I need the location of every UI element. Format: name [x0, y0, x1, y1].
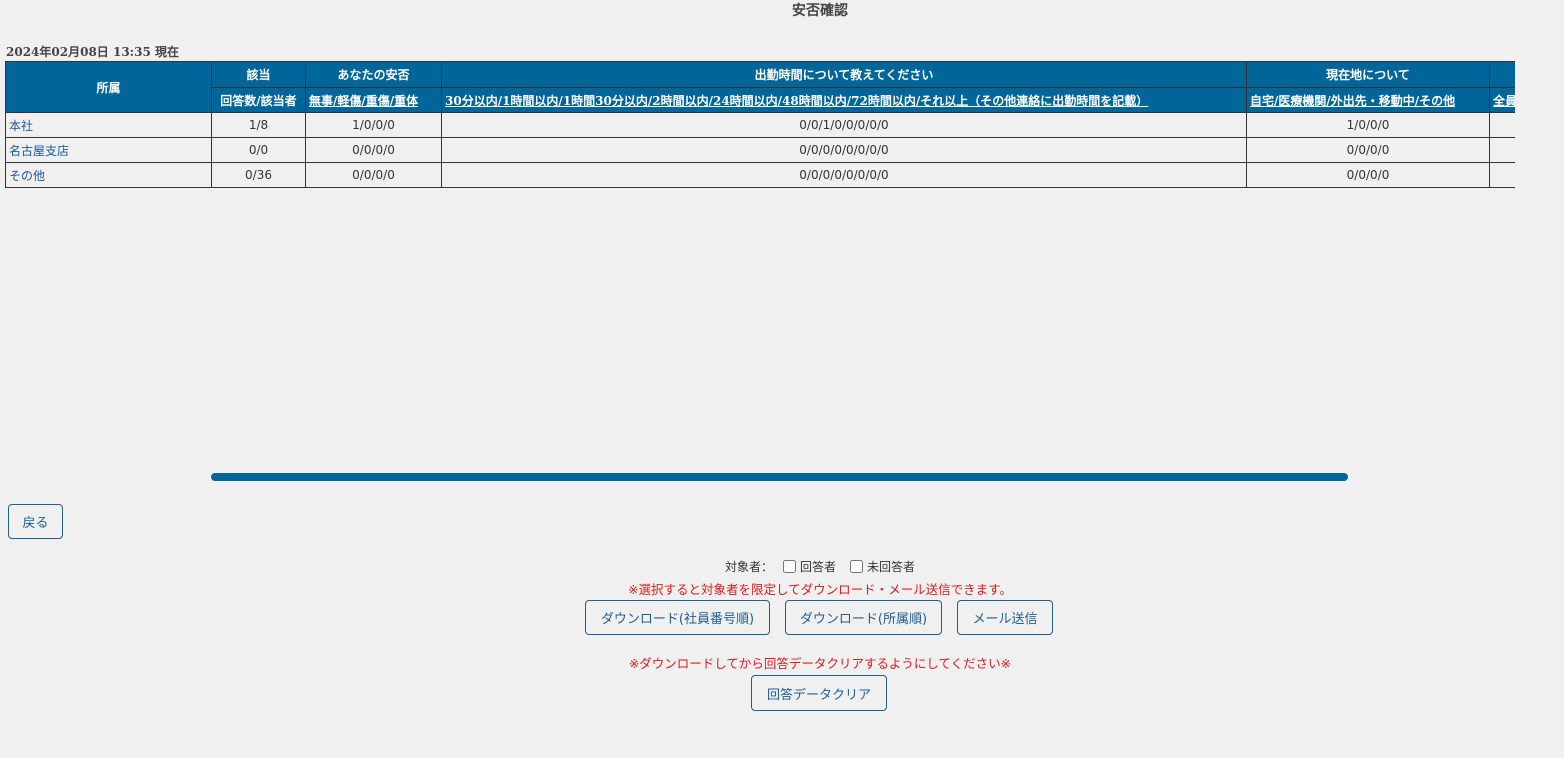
table-header-row: 所属 該当 あなたの安否 出勤時間について教えてください 現在地について: [5, 61, 1515, 113]
dept-link[interactable]: 本社: [5, 112, 212, 138]
cell-extra: [1489, 137, 1515, 163]
summary-table-viewport: 所属 該当 あなたの安否 出勤時間について教えてください 現在地について 回答数…: [5, 61, 1515, 195]
non-respondents-label: 未回答者: [867, 560, 916, 574]
subheader-safety-link[interactable]: 無事/軽傷/重傷/重体: [305, 87, 442, 113]
summary-table: 所属 該当 あなたの安否 出勤時間について教えてください 現在地について 回答数…: [5, 61, 1515, 188]
table-row: 名古屋支店 0/0 0/0/0/0 0/0/0/0/0/0/0/0 0/0/0/…: [5, 137, 1515, 163]
clear-warning-note: ※ダウンロードしてから回答データクリアするようにしてください※: [628, 656, 1012, 671]
cell-location: 0/0/0/0: [1246, 162, 1490, 188]
download-by-dept-button[interactable]: ダウンロード(所属順): [785, 600, 942, 635]
cell-applicable: 0/36: [211, 162, 306, 188]
table-subheader-row: 回答数/該当者 無事/軽傷/重傷/重体 30分以内/1時間以内/1時間30分以内…: [6, 87, 1515, 113]
cell-extra: [1489, 162, 1515, 188]
dept-link[interactable]: その他: [5, 162, 212, 188]
cell-commute: 0/0/0/0/0/0/0/0: [441, 137, 1247, 163]
cell-safety: 0/0/0/0: [305, 162, 442, 188]
page-title: 安否確認: [792, 3, 848, 19]
header-commute: 出勤時間について教えてください: [441, 61, 1247, 88]
table-row: 本社 1/8 1/0/0/0 0/0/1/0/0/0/0/0 1/0/0/0: [5, 112, 1515, 138]
table-row: その他 0/36 0/0/0/0 0/0/0/0/0/0/0/0 0/0/0/0: [5, 162, 1515, 188]
cell-location: 0/0/0/0: [1246, 137, 1490, 163]
cell-commute: 0/0/0/0/0/0/0/0: [441, 162, 1247, 188]
subheader-extra-link[interactable]: 全員: [1489, 87, 1515, 113]
clear-answers-button[interactable]: 回答データクリア: [751, 675, 887, 711]
cell-extra: [1489, 112, 1515, 138]
timestamp: 2024年02月08日 13:35 現在: [6, 45, 179, 59]
cell-safety: 0/0/0/0: [305, 137, 442, 163]
header-extra: [1489, 61, 1515, 88]
subheader-commute-link[interactable]: 30分以内/1時間以内/1時間30分以内/2時間以内/24時間以内/48時間以内…: [441, 87, 1247, 113]
target-filter: 対象者： 回答者 未回答者: [0, 558, 1564, 575]
cell-applicable: 0/0: [211, 137, 306, 163]
respondents-label: 回答者: [799, 560, 836, 574]
header-safety: あなたの安否: [305, 61, 442, 88]
respondents-checkbox[interactable]: [782, 560, 796, 573]
dept-link[interactable]: 名古屋支店: [5, 137, 212, 163]
cell-applicable: 1/8: [211, 112, 306, 138]
subheader-location-link[interactable]: 自宅/医療機関/外出先・移動中/その他: [1246, 87, 1490, 113]
non-respondents-checkbox[interactable]: [850, 560, 863, 573]
back-button[interactable]: 戻る: [8, 504, 63, 539]
download-by-employee-button[interactable]: ダウンロード(社員番号順): [585, 600, 770, 635]
filter-note: ※選択すると対象者を限定してダウンロード・メール送信できます。: [628, 582, 1012, 597]
horizontal-scrollbar-thumb[interactable]: [211, 473, 1348, 481]
header-dept: 所属: [5, 61, 212, 113]
subheader-applicable: 回答数/該当者: [211, 87, 306, 113]
cell-location: 1/0/0/0: [1246, 112, 1490, 138]
send-mail-button[interactable]: メール送信: [957, 600, 1053, 635]
cell-safety: 1/0/0/0: [305, 112, 442, 138]
target-filter-label: 対象者：: [724, 560, 773, 574]
cell-commute: 0/0/1/0/0/0/0/0: [441, 112, 1247, 138]
header-location: 現在地について: [1246, 61, 1490, 88]
header-applicable: 該当: [211, 61, 306, 88]
